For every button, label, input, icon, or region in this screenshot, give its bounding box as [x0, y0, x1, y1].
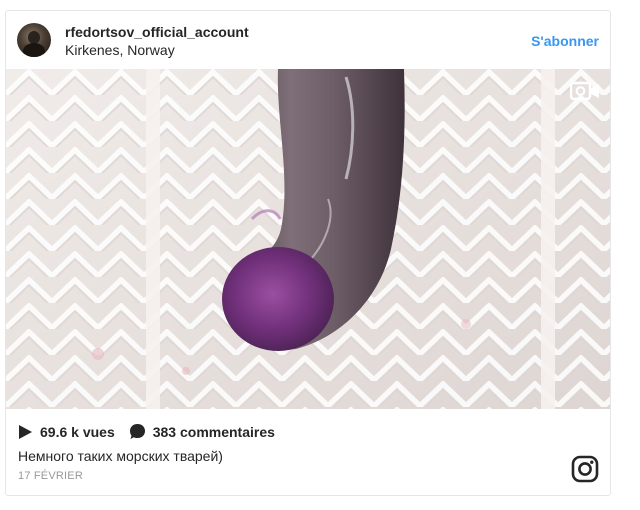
username-link[interactable]: rfedortsov_official_account — [65, 24, 249, 40]
post-date[interactable]: 17 FÉVRIER — [18, 470, 83, 482]
play-icon — [19, 424, 32, 439]
video-camera-icon — [570, 81, 599, 101]
video-frame-image — [6, 69, 610, 409]
location-link[interactable]: Kirkenes, Norway — [65, 42, 175, 58]
instagram-embed-card: rfedortsov_official_account Kirkenes, No… — [5, 10, 611, 496]
follow-button[interactable]: S'abonner — [531, 33, 599, 49]
avatar[interactable] — [17, 23, 51, 57]
instagram-logo-icon[interactable] — [571, 455, 599, 483]
video-media[interactable] — [6, 69, 610, 409]
post-stats: 69.6 k vues 383 commentaires — [18, 423, 275, 440]
comments-count[interactable]: 383 commentaires — [153, 424, 275, 440]
views-count: 69.6 k vues — [40, 423, 115, 440]
post-header: rfedortsov_official_account Kirkenes, No… — [6, 11, 610, 69]
post-caption: Немного таких морских тварей) — [18, 448, 223, 464]
comment-bubble-icon[interactable] — [129, 423, 146, 440]
